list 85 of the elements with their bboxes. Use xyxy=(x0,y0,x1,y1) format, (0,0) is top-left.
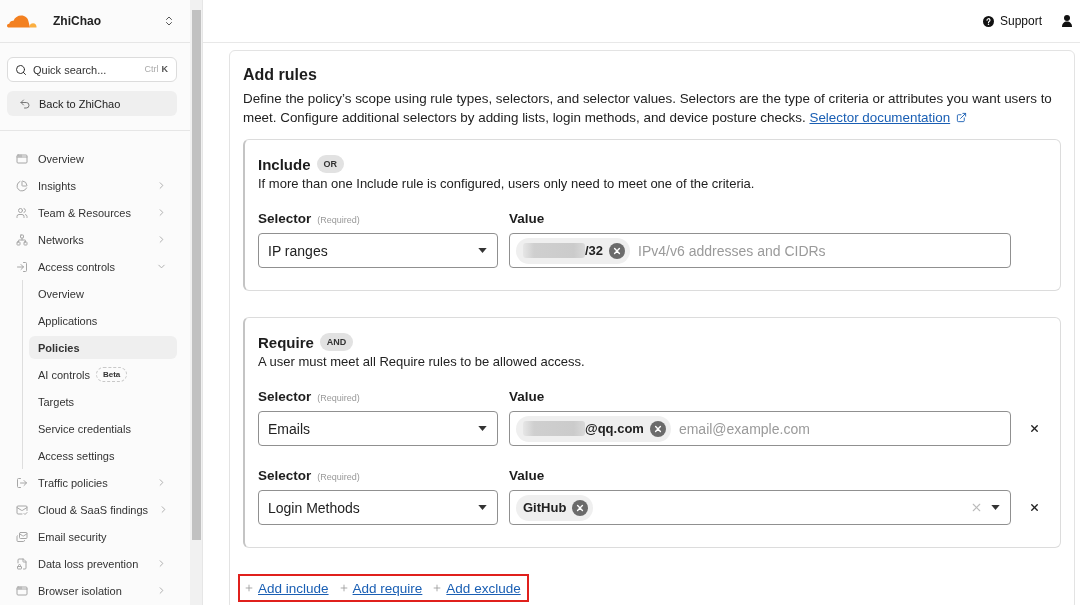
external-link-icon xyxy=(956,112,968,123)
caret-down-icon xyxy=(478,505,487,510)
required-note: (Required) xyxy=(317,214,360,227)
nav-item[interactable]: Data loss prevention xyxy=(7,550,177,577)
org-switcher[interactable]: ZhiChao xyxy=(0,0,190,43)
value-tag[interactable]: /32 xyxy=(516,237,631,264)
pie-chart-icon xyxy=(16,179,28,192)
value-tag[interactable]: @qq.com xyxy=(516,415,671,442)
search-icon xyxy=(15,63,27,76)
nav-subitem[interactable]: Applications xyxy=(29,309,177,332)
group-description: If more than one Include rule is configured, users only need to meet one of the criteria. xyxy=(258,175,756,193)
field-label: Selector xyxy=(258,210,312,228)
mail-check-icon xyxy=(16,503,28,516)
file-lock-icon xyxy=(16,557,28,570)
people-icon xyxy=(16,206,28,219)
operator-badge: OR xyxy=(316,155,344,173)
network-icon xyxy=(16,233,28,246)
selector-dropdown[interactable]: IP ranges xyxy=(258,233,498,268)
plus-icon xyxy=(338,583,349,593)
nav-subitem[interactable]: Targets xyxy=(29,390,177,413)
field-label: Selector xyxy=(258,388,312,406)
section-title: Add rules xyxy=(243,65,318,85)
add-rule-link[interactable]: Add require xyxy=(338,580,423,596)
nav-item[interactable]: Email security xyxy=(7,523,177,550)
close-icon[interactable] xyxy=(572,499,589,516)
nav-item[interactable]: Cloud & SaaS findings xyxy=(7,496,177,523)
caret-down-icon xyxy=(478,426,487,431)
value-field[interactable]: @qq.com email@example.com xyxy=(509,411,1011,446)
scrollbar[interactable] xyxy=(190,0,203,605)
close-icon[interactable] xyxy=(609,242,626,259)
nav-item[interactable]: Traffic policies xyxy=(7,469,177,496)
shortcut-key: Ctrl xyxy=(144,64,159,75)
caret-down-icon xyxy=(478,248,487,253)
add-rule-link[interactable]: Add exclude xyxy=(432,580,521,596)
nav-item[interactable]: Overview xyxy=(7,145,177,172)
group-title: Require xyxy=(258,333,314,351)
value-select[interactable]: GitHub xyxy=(509,490,1011,525)
chevrons-up-down-icon xyxy=(163,15,175,27)
field-label: Selector xyxy=(258,467,312,485)
field-label: Value xyxy=(509,210,545,228)
nav-item[interactable]: Access controls xyxy=(7,253,177,280)
selector-dropdown[interactable]: Login Methods xyxy=(258,490,498,525)
group-description: A user must meet all Require rules to be allowed access. xyxy=(258,353,586,371)
group-title: Include xyxy=(258,155,311,173)
nav-subitem[interactable]: AI controls Beta xyxy=(29,363,177,386)
blurred-text-block xyxy=(523,421,585,436)
nav-item[interactable]: Browser isolation xyxy=(7,577,177,604)
sign-in-icon xyxy=(16,260,28,273)
operator-badge: AND xyxy=(319,333,354,351)
nav-subitem[interactable]: Service credentials xyxy=(29,417,177,440)
selector-dropdown[interactable]: Emails xyxy=(258,411,498,446)
cloud-logo xyxy=(7,14,37,28)
nav-item[interactable]: Team & Resources xyxy=(7,199,177,226)
sign-out-icon xyxy=(16,476,28,489)
value-tag[interactable]: GitHub xyxy=(516,494,594,521)
nav-subitem[interactable]: Access settings xyxy=(29,444,177,467)
user-menu-button[interactable] xyxy=(1060,13,1074,29)
mail-stack-icon xyxy=(16,530,28,543)
close-icon xyxy=(1028,423,1040,434)
blurred-text-block xyxy=(523,243,585,258)
required-note: (Required) xyxy=(317,392,360,405)
back-button[interactable]: Back to ZhiChao xyxy=(7,91,177,116)
value-field[interactable]: /32 IPv4/v6 addresses and CIDRs xyxy=(509,233,1011,268)
nav-item[interactable]: Networks xyxy=(7,226,177,253)
close-icon[interactable] xyxy=(649,420,666,437)
plus-icon xyxy=(244,583,254,593)
documentation-link[interactable]: Selector documentation xyxy=(809,110,951,125)
support-button[interactable]: Support xyxy=(980,12,1044,30)
window-icon xyxy=(16,152,28,165)
section-description: Define the policy’s scope using rule types, selectors, and selector values. Selectors are the type of criteria or attributes you want users to meet. Configure additional selectors by adding lists, login methods, and device posture checks. Selector documentation xyxy=(243,90,1053,127)
field-label: Value xyxy=(509,467,545,485)
nav-subitem[interactable]: Policies xyxy=(29,336,177,359)
return-arrow-icon xyxy=(19,97,31,110)
help-icon xyxy=(982,15,994,27)
shortcut-key: K xyxy=(161,64,168,75)
add-rule-link[interactable]: Add include xyxy=(244,580,329,596)
caret-down-icon xyxy=(991,505,1000,510)
required-note: (Required) xyxy=(317,471,360,484)
nav-item[interactable]: Insights xyxy=(7,172,177,199)
user-icon xyxy=(1062,15,1072,27)
window-icon xyxy=(16,584,28,597)
plus-icon xyxy=(432,583,443,593)
close-icon xyxy=(1028,502,1040,513)
nav-subitem[interactable]: Overview xyxy=(29,282,177,305)
field-label: Value xyxy=(509,388,545,406)
